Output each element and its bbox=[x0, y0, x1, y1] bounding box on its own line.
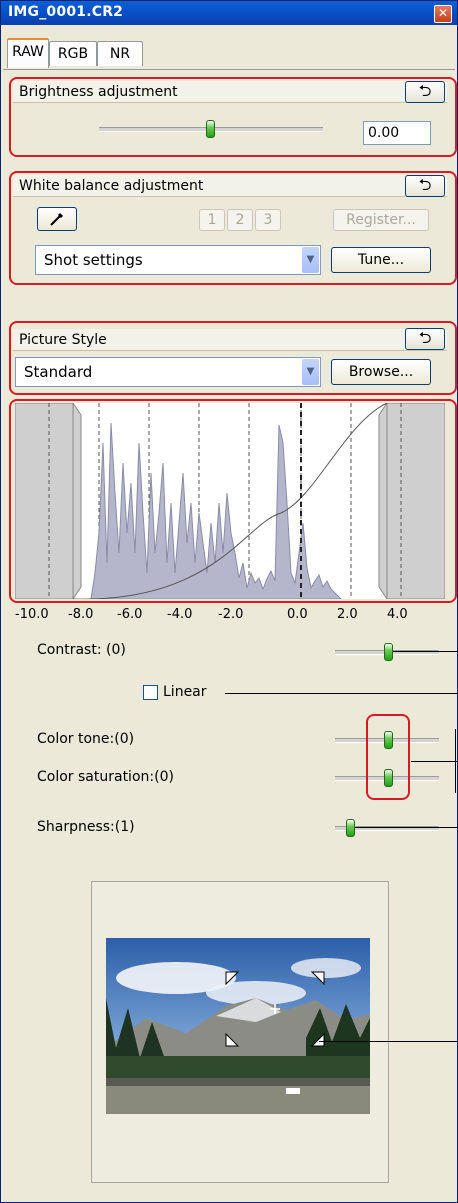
linear-callout-line bbox=[225, 693, 457, 694]
tick-label: -2.0 bbox=[218, 607, 244, 622]
tick-label: 0.0 bbox=[287, 607, 308, 622]
sharpness-label: Sharpness:(1) bbox=[37, 819, 135, 835]
tool-palette-window: IMG_0001.CR2 ✕ RAW RGB NR Brightness adj… bbox=[0, 0, 458, 1203]
tick-label: -6.0 bbox=[117, 607, 143, 622]
histogram-highlight-box bbox=[9, 399, 457, 603]
tick-label: -8.0 bbox=[68, 607, 94, 622]
landscape-thumbnail bbox=[106, 938, 370, 1114]
sharpness-callout-line bbox=[355, 827, 457, 828]
window-title: IMG_0001.CR2 bbox=[8, 4, 124, 20]
close-icon[interactable]: ✕ bbox=[434, 5, 452, 23]
tab-rgb[interactable]: RGB bbox=[49, 41, 97, 66]
color-sliders-highlight-box bbox=[366, 714, 410, 800]
tick-label: -10.0 bbox=[15, 607, 49, 622]
navigator-panel bbox=[91, 881, 389, 1183]
linear-label: Linear bbox=[163, 684, 207, 700]
sharpness-slider-thumb[interactable] bbox=[346, 819, 355, 837]
navigator-callout-line bbox=[319, 1041, 457, 1042]
brightness-highlight-box bbox=[9, 77, 457, 157]
contrast-callout-line bbox=[393, 651, 457, 652]
tab-raw[interactable]: RAW bbox=[7, 38, 49, 68]
contrast-slider-thumb[interactable] bbox=[384, 643, 393, 661]
linear-checkbox[interactable] bbox=[143, 685, 158, 700]
tick-label: 4.0 bbox=[387, 607, 408, 622]
color-callout-line bbox=[411, 761, 457, 762]
histogram-axis-labels: -10.0 -8.0 -6.0 -4.0 -2.0 0.0 2.0 4.0 bbox=[15, 607, 455, 627]
tab-strip: RAW RGB NR bbox=[1, 25, 457, 69]
tick-label: -4.0 bbox=[167, 607, 193, 622]
picture-style-highlight-box bbox=[9, 321, 457, 395]
color-tone-label: Color tone:(0) bbox=[37, 731, 135, 747]
tab-nr[interactable]: NR bbox=[97, 41, 143, 66]
contrast-label: Contrast: (0) bbox=[37, 642, 126, 658]
white-balance-highlight-box bbox=[9, 171, 457, 285]
color-saturation-label: Color saturation:(0) bbox=[37, 769, 174, 785]
tick-label: 2.0 bbox=[337, 607, 358, 622]
navigator-thumbnail[interactable] bbox=[106, 938, 370, 1114]
title-bar[interactable]: IMG_0001.CR2 ✕ bbox=[1, 1, 457, 25]
color-callout-bracket bbox=[455, 729, 456, 793]
